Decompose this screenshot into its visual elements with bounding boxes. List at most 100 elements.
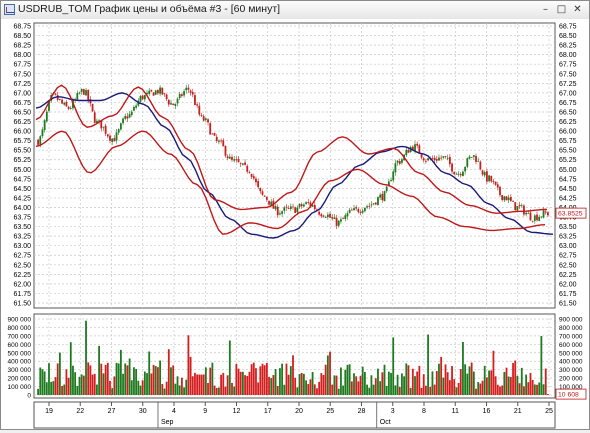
volume-bar bbox=[67, 377, 70, 395]
volume-bar bbox=[392, 337, 395, 395]
price-candle-body bbox=[357, 209, 360, 213]
price-y-tick-left: 67.50 bbox=[13, 71, 31, 78]
price-y-tick-left: 61.50 bbox=[13, 301, 31, 308]
volume-bar bbox=[235, 363, 238, 395]
volume-bar bbox=[326, 355, 329, 395]
volume-bar bbox=[464, 364, 467, 395]
volume-bar bbox=[224, 386, 227, 395]
x-month-label: Sep bbox=[161, 419, 174, 426]
price-candle-body bbox=[320, 214, 323, 217]
volume-bar bbox=[139, 385, 142, 395]
volume-bar bbox=[316, 388, 318, 395]
close-button[interactable]: ✕ bbox=[570, 3, 585, 16]
volume-bar bbox=[505, 367, 508, 395]
price-candle-body bbox=[531, 220, 534, 222]
price-candle-body bbox=[444, 156, 447, 157]
price-candle-body bbox=[185, 87, 188, 91]
price-candle-body bbox=[353, 208, 355, 211]
volume-bar bbox=[403, 376, 406, 395]
volume-bar bbox=[265, 363, 268, 395]
price-y-tick-right: 67.50 bbox=[559, 71, 577, 78]
volume-bar bbox=[381, 372, 384, 395]
volume-bar bbox=[226, 375, 229, 395]
volume-bar bbox=[486, 377, 488, 395]
price-candle-body bbox=[104, 125, 107, 134]
price-candle-body bbox=[464, 166, 467, 172]
price-candle-body bbox=[381, 193, 384, 201]
price-y-tick-left: 65.00 bbox=[13, 167, 31, 174]
volume-bar bbox=[322, 374, 325, 395]
volume-bar bbox=[207, 382, 209, 395]
price-panel[interactable] bbox=[33, 22, 556, 309]
price-y-tick-right: 65.50 bbox=[559, 148, 577, 155]
volume-bar bbox=[185, 379, 188, 395]
volume-bar bbox=[422, 374, 425, 395]
price-candle-body bbox=[505, 196, 508, 201]
volume-bar bbox=[209, 367, 212, 395]
price-candle-body bbox=[259, 187, 262, 192]
price-y-tick-right: 63.50 bbox=[559, 224, 577, 231]
price-candle-body bbox=[503, 196, 506, 201]
volume-bar bbox=[335, 375, 338, 395]
price-candle-body bbox=[492, 181, 495, 182]
volume-bar bbox=[488, 370, 490, 395]
price-candle-body bbox=[331, 217, 334, 219]
volume-bar bbox=[531, 379, 534, 395]
volume-bar bbox=[58, 352, 61, 395]
volume-y-tick-left: 400 000 bbox=[8, 359, 32, 366]
x-tick-label: 19 bbox=[45, 408, 53, 415]
volume-bar bbox=[220, 374, 223, 395]
title-bar[interactable]: USDRUB_TOM График цены и объёма #3 - [60… bbox=[1, 1, 589, 20]
volume-bar bbox=[387, 371, 390, 395]
volume-bar bbox=[211, 362, 214, 395]
volume-bar bbox=[305, 380, 307, 395]
price-candle-body bbox=[383, 191, 386, 202]
price-y-tick-left: 67.25 bbox=[13, 81, 31, 88]
volume-y-tick-right: 300 000 bbox=[559, 367, 583, 374]
price-candle-body bbox=[124, 115, 127, 119]
volume-bar bbox=[119, 349, 122, 395]
price-candle-body bbox=[174, 104, 177, 106]
volume-bar bbox=[133, 367, 135, 395]
price-volume-chart-svg[interactable]: 68.75 68.75 68.50 68.50 68.25 68.25 68.00 68.00… bbox=[1, 19, 589, 429]
volume-bar bbox=[313, 384, 316, 395]
volume-bar bbox=[135, 368, 138, 395]
price-candle-body bbox=[117, 129, 120, 133]
volume-bar bbox=[231, 382, 233, 395]
price-candle-body bbox=[453, 171, 456, 175]
price-y-tick-left: 63.25 bbox=[13, 234, 31, 241]
price-candle-body bbox=[414, 144, 416, 152]
minimize-button[interactable]: – bbox=[538, 3, 553, 16]
price-candle-body bbox=[451, 163, 453, 172]
maximize-button[interactable]: □ bbox=[554, 3, 569, 16]
window-title: USDRUB_TOM График цены и объёма #3 - [60… bbox=[18, 3, 281, 15]
price-y-tick-right: 62.25 bbox=[559, 272, 577, 279]
price-candle-body bbox=[377, 197, 379, 206]
price-candle-body bbox=[324, 217, 327, 219]
price-candle-body bbox=[348, 209, 351, 213]
price-candle-body bbox=[106, 134, 109, 137]
price-candle-body bbox=[401, 159, 403, 163]
volume-bar bbox=[300, 372, 303, 395]
volume-bar bbox=[272, 375, 275, 395]
price-y-tick-right: 66.50 bbox=[559, 109, 577, 116]
volume-y-tick-left: 600 000 bbox=[8, 342, 32, 349]
volume-bar bbox=[379, 381, 382, 395]
price-candle-body bbox=[93, 112, 96, 123]
volume-bar bbox=[52, 381, 55, 395]
volume-bar bbox=[233, 386, 236, 395]
price-candle-body bbox=[91, 103, 94, 112]
chart-area[interactable]: 68.75 68.75 68.50 68.50 68.25 68.25 68.00 68.00… bbox=[1, 19, 589, 429]
volume-y-tick-left: 800 000 bbox=[8, 325, 32, 332]
volume-bar bbox=[255, 368, 257, 395]
price-y-tick-left: 68.50 bbox=[13, 33, 31, 40]
price-y-tick-left: 68.75 bbox=[13, 24, 31, 31]
price-candle-body bbox=[283, 207, 286, 211]
price-candle-body bbox=[523, 205, 525, 215]
volume-bar bbox=[501, 385, 504, 395]
volume-bar bbox=[196, 374, 199, 395]
volume-bar bbox=[416, 371, 419, 395]
price-candle-body bbox=[292, 206, 294, 208]
volume-bar bbox=[435, 371, 438, 395]
price-candle-body bbox=[520, 205, 523, 207]
